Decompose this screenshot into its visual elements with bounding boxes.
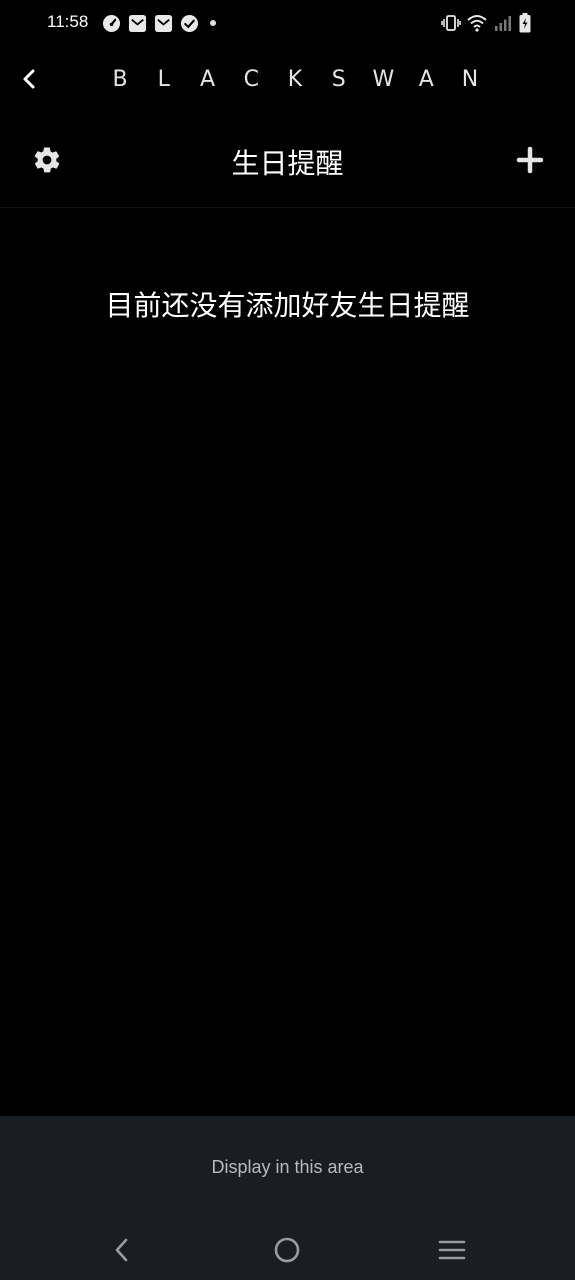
status-time: 11:58 [47,12,89,31]
brand-letter: C [243,66,259,92]
app-header: B L A C K S W A N [0,46,575,112]
ad-banner[interactable]: Display in this area [0,1116,575,1220]
add-birthday-button[interactable] [515,145,545,175]
brand-letter: K [287,66,303,92]
brand-letter: A [199,66,216,92]
back-button[interactable] [14,64,44,94]
mail-icon [154,14,173,33]
brand-letter: S [331,66,346,92]
ad-banner-text: Display in this area [211,1157,364,1177]
status-system-icons [441,12,531,34]
nav-home-icon [274,1237,300,1263]
notification-dot [210,20,216,26]
system-nav-bar [0,1220,575,1280]
brand-letter: N [461,66,479,92]
plus-icon [516,146,544,174]
status-notification-icons [102,13,216,33]
chevron-left-icon [23,69,35,89]
battery-charging-icon [519,13,531,33]
app-screen: 11:58 B L A C K S W A N 生日提醒 目前还没有添加好友生日… [0,0,575,1280]
nav-back-icon [115,1238,128,1262]
status-bar: 11:58 [0,0,575,46]
nav-menu-icon [438,1240,466,1260]
nav-menu-button[interactable] [432,1234,472,1266]
brand-letter: W [372,66,395,92]
vibrate-icon [441,14,461,32]
brand-letter: B [112,66,128,92]
brand-letter: L [157,66,170,92]
signal-icon [493,14,513,32]
brand-logo: B L A C K S W A N [110,64,480,94]
page-title: 生日提醒 [231,147,344,180]
mail-icon [128,14,147,33]
nav-back-button[interactable] [102,1234,142,1266]
speedometer-icon [102,14,121,33]
check-circle-icon [180,14,199,33]
title-bar: 生日提醒 [0,112,575,208]
nav-home-button[interactable] [267,1234,307,1266]
brand-letter: A [418,66,434,92]
empty-state-message: 目前还没有添加好友生日提醒 [105,289,470,322]
wifi-icon [467,14,487,32]
